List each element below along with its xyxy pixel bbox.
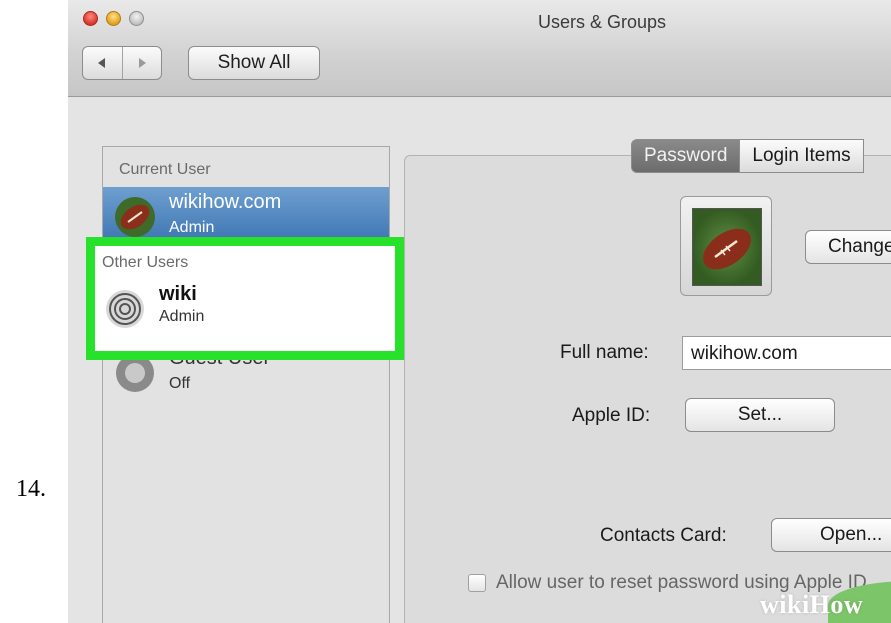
chevron-right-icon <box>138 58 146 68</box>
forward-button[interactable] <box>121 47 162 79</box>
open-contacts-card-button[interactable]: Open... <box>771 518 891 552</box>
user-name: wikihow.com <box>169 191 282 213</box>
set-apple-id-button[interactable]: Set... <box>685 398 835 432</box>
chevron-left-icon <box>98 58 106 68</box>
contacts-card-label: Contacts Card: <box>600 525 727 546</box>
close-button[interactable] <box>83 11 98 26</box>
step-number: 14. <box>16 476 46 502</box>
current-user-header: Current User <box>119 161 211 178</box>
avatar <box>105 289 145 329</box>
allow-reset-checkbox[interactable] <box>468 574 486 592</box>
wikihow-logo: wikiHow <box>760 590 864 619</box>
users-groups-window: Users & Groups Show All Current User wik… <box>68 0 891 623</box>
title-bar: Users & Groups Show All <box>68 0 891 97</box>
user-role: Off <box>169 375 191 392</box>
tab-login-items[interactable]: Login Items <box>740 139 864 173</box>
full-name-label: Full name: <box>560 342 649 363</box>
avatar <box>115 197 155 237</box>
change-picture-button[interactable]: Change... <box>805 230 891 264</box>
user-role: Admin <box>159 308 205 325</box>
user-list: Current User wikihow.com Admin Guest Use… <box>102 146 390 623</box>
back-button[interactable] <box>83 47 122 79</box>
show-all-button[interactable]: Show All <box>188 46 320 80</box>
user-role: Admin <box>169 219 215 236</box>
window-title: Users & Groups <box>538 12 667 32</box>
minimize-button[interactable] <box>106 11 121 26</box>
user-photo-well[interactable] <box>680 196 772 296</box>
other-users-header: Other Users <box>102 254 189 271</box>
detail-tabs: Password Login Items <box>631 139 864 173</box>
football-avatar <box>692 208 762 286</box>
back-forward-control <box>82 46 162 80</box>
apple-id-label: Apple ID: <box>572 405 651 426</box>
highlight-box: Other Users wiki Admin <box>86 237 404 360</box>
user-name: wiki <box>159 283 197 305</box>
tab-password[interactable]: Password <box>631 139 741 173</box>
detail-panel <box>404 155 891 623</box>
user-row-wiki[interactable]: wiki Admin <box>86 283 386 343</box>
full-name-field[interactable]: wikihow.com <box>682 336 891 370</box>
zoom-button[interactable] <box>129 11 144 26</box>
